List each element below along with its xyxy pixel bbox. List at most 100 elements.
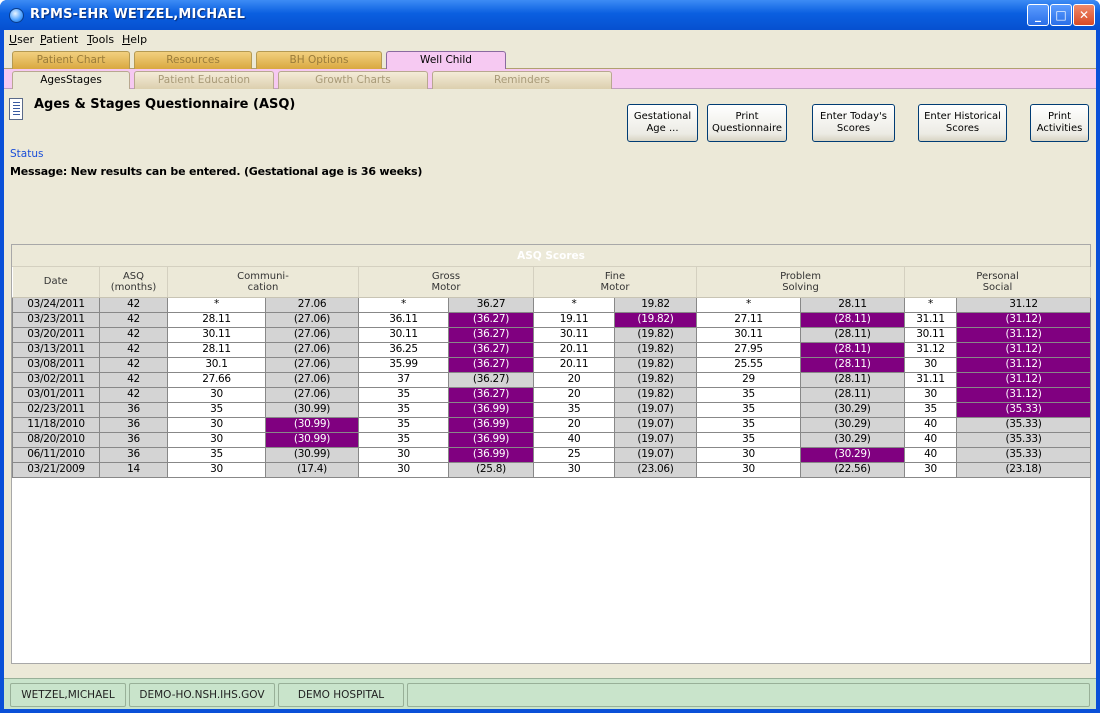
cell-date[interactable]: 03/21/2009 — [12, 461, 100, 478]
table-row[interactable]: 11/18/2010 36 30 (30.99) 35 (36.99) 20 (19.07) 3… — [12, 416, 1092, 433]
cell-problem-solving-score[interactable]: 27.11 — [696, 311, 801, 328]
cell-problem-solving-cutoff[interactable]: (30.29) — [799, 431, 906, 448]
cell-communication-cutoff[interactable]: (27.06) — [265, 371, 359, 388]
cell-gross-motor-score[interactable]: 30.11 — [358, 326, 449, 343]
cell-personal-social-cutoff[interactable]: (35.33) — [956, 446, 1092, 463]
cell-communication-score[interactable]: * — [167, 296, 266, 313]
cell-fine-motor-score[interactable]: 20.11 — [533, 356, 615, 373]
cell-personal-social-cutoff[interactable]: (31.12) — [956, 341, 1092, 358]
cell-gross-motor-score[interactable]: 30 — [358, 446, 449, 463]
cell-personal-social-cutoff[interactable]: (31.12) — [956, 326, 1092, 343]
cell-date[interactable]: 03/08/2011 — [12, 356, 100, 373]
cell-fine-motor-cutoff[interactable]: 19.82 — [614, 296, 697, 313]
cell-gross-motor-cutoff[interactable]: (36.99) — [448, 416, 534, 433]
col-header-gross-motor[interactable]: Gross Motor — [358, 267, 534, 298]
cell-fine-motor-cutoff[interactable]: (19.07) — [614, 431, 697, 448]
cell-date[interactable]: 03/23/2011 — [12, 311, 100, 328]
tab-patient-education[interactable]: Patient Education — [134, 71, 274, 89]
tab-patient-chart[interactable]: Patient Chart — [12, 51, 130, 69]
cell-fine-motor-score[interactable]: 35 — [533, 401, 615, 418]
menu-help[interactable]: Help — [122, 33, 147, 46]
cell-gross-motor-cutoff[interactable]: (25.8) — [448, 461, 534, 478]
cell-gross-motor-score[interactable]: 36.11 — [358, 311, 449, 328]
enter-historical-scores-button[interactable]: Enter Historical Scores — [918, 104, 1007, 142]
cell-communication-score[interactable]: 30 — [167, 461, 266, 478]
cell-date[interactable]: 08/20/2010 — [12, 431, 100, 448]
cell-gross-motor-cutoff[interactable]: (36.27) — [448, 341, 534, 358]
cell-gross-motor-cutoff[interactable]: (36.99) — [448, 446, 534, 463]
cell-fine-motor-cutoff[interactable]: (19.82) — [614, 356, 697, 373]
cell-asq-months[interactable]: 42 — [99, 341, 168, 358]
cell-fine-motor-cutoff[interactable]: (19.07) — [614, 446, 697, 463]
cell-asq-months[interactable]: 42 — [99, 356, 168, 373]
table-row[interactable]: 03/13/2011 42 28.11 (27.06) 36.25 (36.27) 20.1… — [12, 341, 1092, 358]
cell-gross-motor-cutoff[interactable]: (36.99) — [448, 431, 534, 448]
enter-todays-scores-button[interactable]: Enter Today's Scores — [812, 104, 895, 142]
cell-personal-social-cutoff[interactable]: 31.12 — [956, 296, 1092, 313]
cell-fine-motor-score[interactable]: * — [533, 296, 615, 313]
cell-personal-social-score[interactable]: 31.11 — [904, 311, 958, 328]
cell-communication-score[interactable]: 30 — [167, 416, 266, 433]
cell-communication-cutoff[interactable]: (27.06) — [265, 356, 359, 373]
col-header-communication[interactable]: Communi- cation — [167, 267, 359, 298]
cell-gross-motor-cutoff[interactable]: (36.99) — [448, 401, 534, 418]
cell-date[interactable]: 11/18/2010 — [12, 416, 100, 433]
cell-problem-solving-cutoff[interactable]: (30.29) — [799, 446, 906, 463]
table-row[interactable]: 03/08/2011 42 30.1 (27.06) 35.99 (36.27) 20.11… — [12, 356, 1092, 373]
cell-problem-solving-score[interactable]: 27.95 — [696, 341, 801, 358]
cell-problem-solving-cutoff[interactable]: (28.11) — [799, 341, 906, 358]
cell-asq-months[interactable]: 36 — [99, 431, 168, 448]
cell-personal-social-score[interactable]: 30 — [904, 356, 958, 373]
asq-scores-grid[interactable]: ASQ Scores Date ASQ (months) Communi- ca… — [11, 244, 1092, 664]
cell-fine-motor-score[interactable]: 40 — [533, 431, 615, 448]
cell-gross-motor-cutoff[interactable]: (36.27) — [448, 356, 534, 373]
cell-fine-motor-score[interactable]: 20 — [533, 416, 615, 433]
cell-fine-motor-score[interactable]: 19.11 — [533, 311, 615, 328]
cell-problem-solving-cutoff[interactable]: (30.29) — [799, 401, 906, 418]
cell-fine-motor-score[interactable]: 20 — [533, 371, 615, 388]
table-row[interactable]: 03/23/2011 42 28.11 (27.06) 36.11 (36.27) 19.1… — [12, 311, 1092, 328]
cell-personal-social-score[interactable]: 40 — [904, 416, 958, 433]
table-row[interactable]: 03/02/2011 42 27.66 (27.06) 37 (36.27) 20 (19.8… — [12, 371, 1092, 388]
cell-gross-motor-score[interactable]: 35.99 — [358, 356, 449, 373]
cell-communication-score[interactable]: 35 — [167, 446, 266, 463]
cell-problem-solving-score[interactable]: 35 — [696, 401, 801, 418]
tab-reminders[interactable]: Reminders — [432, 71, 612, 89]
cell-personal-social-cutoff[interactable]: (31.12) — [956, 371, 1092, 388]
table-row[interactable]: 03/20/2011 42 30.11 (27.06) 30.11 (36.27) 30.1… — [12, 326, 1092, 343]
cell-personal-social-score[interactable]: 30 — [904, 386, 958, 403]
maximize-button[interactable]: □ — [1050, 4, 1072, 26]
cell-gross-motor-cutoff[interactable]: (36.27) — [448, 326, 534, 343]
print-activities-button[interactable]: Print Activities — [1030, 104, 1089, 142]
cell-personal-social-score[interactable]: 40 — [904, 446, 958, 463]
cell-communication-score[interactable]: 27.66 — [167, 371, 266, 388]
cell-gross-motor-score[interactable]: 35 — [358, 401, 449, 418]
cell-communication-score[interactable]: 30.11 — [167, 326, 266, 343]
cell-personal-social-cutoff[interactable]: (35.33) — [956, 431, 1092, 448]
cell-gross-motor-score[interactable]: 37 — [358, 371, 449, 388]
cell-asq-months[interactable]: 14 — [99, 461, 168, 478]
cell-date[interactable]: 02/23/2011 — [12, 401, 100, 418]
cell-gross-motor-score[interactable]: 30 — [358, 461, 449, 478]
cell-personal-social-cutoff[interactable]: (35.33) — [956, 401, 1092, 418]
table-row[interactable]: 02/23/2011 36 35 (30.99) 35 (36.99) 35 (19.07) 3… — [12, 401, 1092, 418]
cell-problem-solving-cutoff[interactable]: (30.29) — [799, 416, 906, 433]
cell-communication-score[interactable]: 30 — [167, 386, 266, 403]
cell-communication-cutoff[interactable]: 27.06 — [265, 296, 359, 313]
cell-fine-motor-cutoff[interactable]: (19.82) — [614, 311, 697, 328]
cell-fine-motor-cutoff[interactable]: (19.82) — [614, 386, 697, 403]
cell-personal-social-score[interactable]: 31.12 — [904, 341, 958, 358]
cell-date[interactable]: 03/20/2011 — [12, 326, 100, 343]
cell-communication-score[interactable]: 28.11 — [167, 341, 266, 358]
cell-fine-motor-cutoff[interactable]: (19.07) — [614, 416, 697, 433]
table-row[interactable]: 08/20/2010 36 30 (30.99) 35 (36.99) 40 (19.07) 3… — [12, 431, 1092, 448]
cell-gross-motor-score[interactable]: 36.25 — [358, 341, 449, 358]
cell-problem-solving-cutoff[interactable]: (28.11) — [799, 371, 906, 388]
cell-personal-social-score[interactable]: 30.11 — [904, 326, 958, 343]
cell-problem-solving-score[interactable]: 35 — [696, 431, 801, 448]
menu-tools[interactable]: Tools — [87, 33, 114, 46]
col-header-problem-solving[interactable]: Problem Solving — [696, 267, 906, 298]
cell-problem-solving-cutoff[interactable]: (28.11) — [799, 356, 906, 373]
cell-date[interactable]: 06/11/2010 — [12, 446, 100, 463]
cell-personal-social-cutoff[interactable]: (23.18) — [956, 461, 1092, 478]
